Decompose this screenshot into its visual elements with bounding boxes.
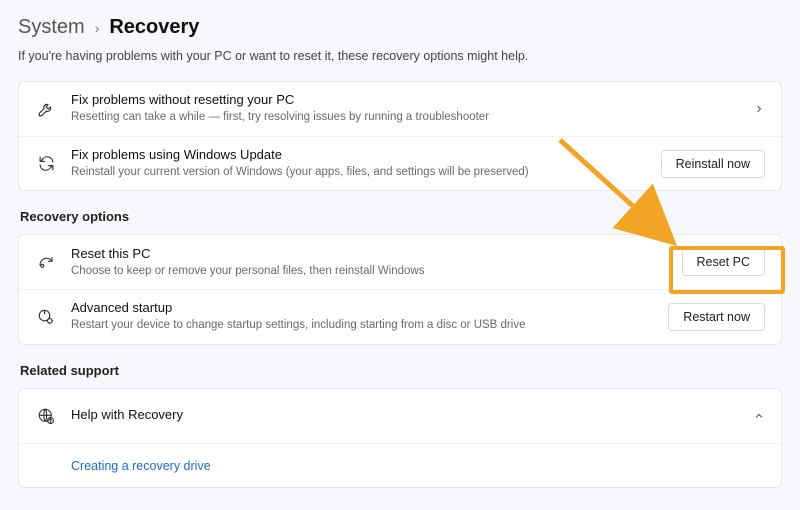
chevron-right-icon: › — [95, 20, 100, 36]
advanced-startup-row: Advanced startup Restart your device to … — [19, 289, 781, 343]
reset-icon — [35, 253, 57, 271]
reset-pc-desc: Choose to keep or remove your personal f… — [71, 264, 668, 280]
recovery-options-label: Recovery options — [20, 209, 782, 224]
advanced-startup-desc: Restart your device to change startup se… — [71, 318, 654, 334]
reset-pc-row: Reset this PC Choose to keep or remove y… — [19, 235, 781, 289]
recovery-cards: Reset this PC Choose to keep or remove y… — [18, 234, 782, 344]
sync-icon — [35, 155, 57, 172]
help-recovery-title: Help with Recovery — [71, 407, 739, 424]
page-title: Recovery — [109, 16, 199, 39]
support-link-row: Creating a recovery drive — [19, 443, 781, 487]
wrench-icon — [35, 100, 57, 118]
fix-problems-row[interactable]: Fix problems without resetting your PC R… — [19, 82, 781, 136]
reset-pc-title: Reset this PC — [71, 246, 668, 263]
page-subheading: If you're having problems with your PC o… — [18, 49, 782, 63]
fix-problems-desc: Resetting can take a while — first, try … — [71, 110, 739, 126]
windows-update-title: Fix problems using Windows Update — [71, 147, 647, 164]
breadcrumb: System › Recovery — [18, 16, 782, 39]
reset-pc-button[interactable]: Reset PC — [682, 248, 766, 276]
advanced-startup-title: Advanced startup — [71, 300, 654, 317]
chevron-right-icon — [753, 103, 765, 115]
related-support-label: Related support — [20, 363, 782, 378]
support-cards: Help with Recovery Creating a recovery d… — [18, 388, 782, 488]
breadcrumb-parent[interactable]: System — [18, 16, 85, 39]
help-cards: Fix problems without resetting your PC R… — [18, 81, 782, 191]
create-recovery-drive-link[interactable]: Creating a recovery drive — [71, 459, 211, 473]
power-gear-icon — [35, 308, 57, 326]
restart-now-button[interactable]: Restart now — [668, 303, 765, 331]
globe-help-icon — [35, 407, 57, 425]
help-recovery-row[interactable]: Help with Recovery — [19, 389, 781, 443]
windows-update-row: Fix problems using Windows Update Reinst… — [19, 136, 781, 190]
windows-update-desc: Reinstall your current version of Window… — [71, 165, 647, 181]
chevron-up-icon — [753, 410, 765, 422]
reinstall-now-button[interactable]: Reinstall now — [661, 150, 765, 178]
fix-problems-title: Fix problems without resetting your PC — [71, 92, 739, 109]
